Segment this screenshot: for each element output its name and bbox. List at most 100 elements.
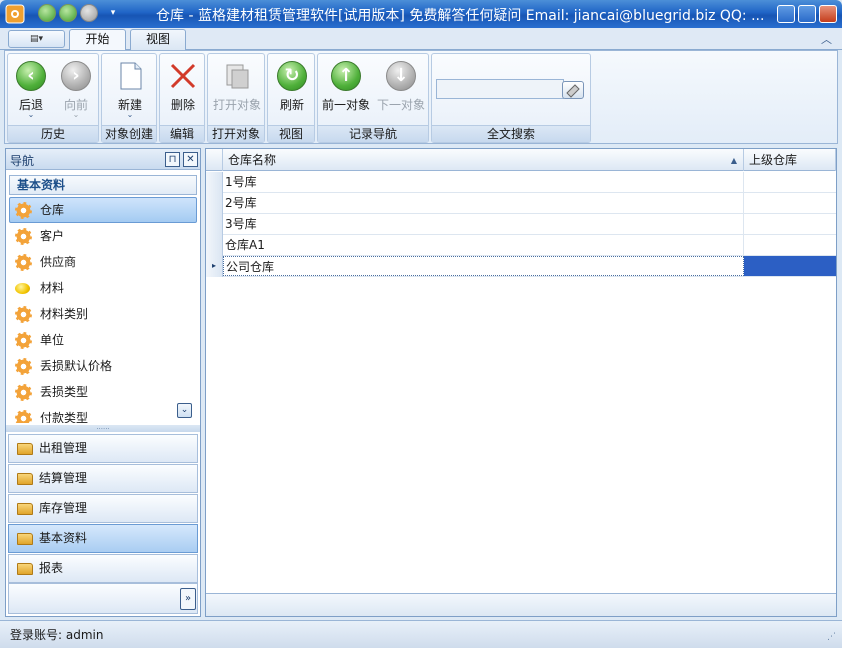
nav-group-rental[interactable]: 出租管理 <box>8 434 198 463</box>
tab-start[interactable]: 开始 <box>69 29 126 50</box>
customize-quick-access-button[interactable]: ▾ <box>106 6 120 20</box>
cell-parent-warehouse[interactable] <box>744 193 836 213</box>
eraser-icon <box>566 84 580 98</box>
nav-item-supplier[interactable]: 供应商 <box>9 249 197 275</box>
app-logo-icon[interactable] <box>5 4 25 24</box>
nav-item-customer[interactable]: 客户 <box>9 223 197 249</box>
back-icon: ‹ <box>16 61 46 91</box>
close-icon[interactable]: ✕ <box>183 152 198 167</box>
grid-body: 1号库 2号库 3号库 仓库A1 ▸ 公司仓库 <box>206 172 836 277</box>
collapse-ribbon-icon[interactable]: ︿ <box>821 31 832 47</box>
quick-previous-button[interactable] <box>59 4 77 22</box>
cell-warehouse-name[interactable]: 2号库 <box>223 193 744 213</box>
row-indicator[interactable] <box>206 235 223 256</box>
cell-warehouse-name[interactable]: 3号库 <box>223 214 744 234</box>
row-indicator[interactable] <box>206 172 223 193</box>
column-header-warehouse-name[interactable]: 仓库名称 ▲ <box>223 149 744 171</box>
status-bar: 登录账号: admin ⋰ <box>0 620 842 648</box>
nav-item-material[interactable]: 材料 <box>9 275 197 301</box>
group-record-navigation: ↑ 前一对象 ↓ 下一对象 记录导航 <box>317 53 429 143</box>
scroll-down-button[interactable]: ⌄ <box>177 403 192 418</box>
next-object-button[interactable]: ↓ 下一对象 <box>374 56 428 124</box>
cell-parent-warehouse[interactable] <box>744 256 836 276</box>
gear-icon <box>15 358 32 375</box>
refresh-label: 刷新 <box>279 98 304 112</box>
delete-icon <box>170 63 196 89</box>
gear-icon <box>15 202 32 219</box>
nav-item-loss-default-price[interactable]: 丢损默认价格 <box>9 353 197 379</box>
resize-grip-icon[interactable]: ⋰ <box>827 632 836 642</box>
open-object-icon <box>226 64 249 89</box>
nav-group-settlement[interactable]: 结算管理 <box>8 464 198 493</box>
gear-icon <box>15 254 32 271</box>
maximize-button[interactable] <box>798 5 816 23</box>
forward-dropdown-icon[interactable]: ⌄ <box>54 110 98 119</box>
nav-group-label: 库存管理 <box>39 501 88 515</box>
nav-item-material-category[interactable]: 材料类别 <box>9 301 197 327</box>
group-edit: 删除 编辑 <box>159 53 205 143</box>
group-label-create: 对象创建 <box>102 125 156 142</box>
nav-item-label: 丢损类型 <box>40 385 89 399</box>
new-dropdown-icon[interactable]: ⌄ <box>104 110 156 119</box>
nav-footer: » <box>8 583 198 614</box>
cell-warehouse-name[interactable]: 仓库A1 <box>223 235 744 255</box>
quick-refresh-button[interactable] <box>38 4 56 22</box>
cell-warehouse-name[interactable]: 1号库 <box>223 172 744 192</box>
nav-group-label: 报表 <box>39 561 64 575</box>
open-object-label: 打开对象 <box>212 98 261 112</box>
group-open: 打开对象 打开对象 <box>207 53 265 143</box>
nav-item-label: 单位 <box>40 333 65 347</box>
nav-item-warehouse[interactable]: 仓库 <box>9 197 197 223</box>
table-row-current[interactable]: ▸ 公司仓库 <box>206 256 836 277</box>
gear-icon <box>15 384 32 401</box>
cell-parent-warehouse[interactable] <box>744 172 836 192</box>
nav-item-label: 仓库 <box>40 203 65 217</box>
cell-parent-warehouse[interactable] <box>744 235 836 255</box>
nav-group-label: 基本资料 <box>39 531 88 545</box>
more-groups-button[interactable]: » <box>180 588 196 610</box>
back-button[interactable]: ‹ 后退 ⌄ <box>10 56 52 124</box>
search-input[interactable] <box>436 79 564 99</box>
cell-warehouse-name[interactable]: 公司仓库 <box>223 256 744 276</box>
row-indicator[interactable] <box>206 193 223 214</box>
column-header-parent-warehouse[interactable]: 上级仓库 <box>744 149 836 171</box>
cell-parent-warehouse[interactable] <box>744 214 836 234</box>
minimize-button[interactable] <box>777 5 795 23</box>
nav-group-inventory[interactable]: 库存管理 <box>8 494 198 523</box>
table-row[interactable]: 仓库A1 <box>206 235 836 256</box>
close-button[interactable] <box>819 5 837 23</box>
delete-button[interactable]: 删除 <box>162 56 204 124</box>
nav-group-basic-data[interactable]: 基本资料 <box>8 524 198 553</box>
nav-item-unit[interactable]: 单位 <box>9 327 197 353</box>
nav-group-label: 出租管理 <box>39 441 88 455</box>
row-indicator[interactable] <box>206 214 223 235</box>
ribbon-tab-row: ▤▾ 开始 视图 ︿ <box>0 28 842 50</box>
table-row[interactable]: 2号库 <box>206 193 836 214</box>
table-row[interactable]: 3号库 <box>206 214 836 235</box>
navigation-title: 导航 <box>10 154 35 168</box>
tab-view[interactable]: 视图 <box>130 29 186 50</box>
nav-item-loss-type[interactable]: 丢损类型 <box>9 379 197 405</box>
open-object-button[interactable]: 打开对象 <box>210 56 264 124</box>
table-row[interactable]: 1号库 <box>206 172 836 193</box>
nav-splitter[interactable]: ...... <box>6 424 200 432</box>
new-button[interactable]: 新建 ⌄ <box>104 56 156 124</box>
group-label-search: 全文搜索 <box>432 125 590 142</box>
group-history: ‹ 后退 ⌄ › 向前 ⌄ 历史 <box>7 53 99 143</box>
app-menu-button[interactable]: ▤▾ <box>8 30 65 48</box>
nav-group-reports[interactable]: 报表 <box>8 554 198 583</box>
group-label-records: 记录导航 <box>318 125 428 142</box>
nav-item-payment-type[interactable]: 付款类型 <box>9 405 197 423</box>
refresh-button[interactable]: ↻ 刷新 <box>270 56 314 124</box>
forward-button[interactable]: › 向前 ⌄ <box>54 56 98 124</box>
group-fulltext-search: 全文搜索 <box>431 53 591 143</box>
current-row-indicator-icon[interactable]: ▸ <box>206 256 223 277</box>
pin-icon[interactable]: ⊓ <box>165 152 180 167</box>
nav-item-label: 材料 <box>40 281 65 295</box>
quick-next-button[interactable] <box>80 4 98 22</box>
back-dropdown-icon[interactable]: ⌄ <box>10 110 52 119</box>
previous-object-button[interactable]: ↑ 前一对象 <box>320 56 372 124</box>
search-button[interactable] <box>562 81 584 99</box>
nav-group-label: 结算管理 <box>39 471 88 485</box>
window-title: 仓库 - 蓝格建材租赁管理软件[试用版本] 免费解答任何疑问 Email: ji… <box>156 8 765 24</box>
